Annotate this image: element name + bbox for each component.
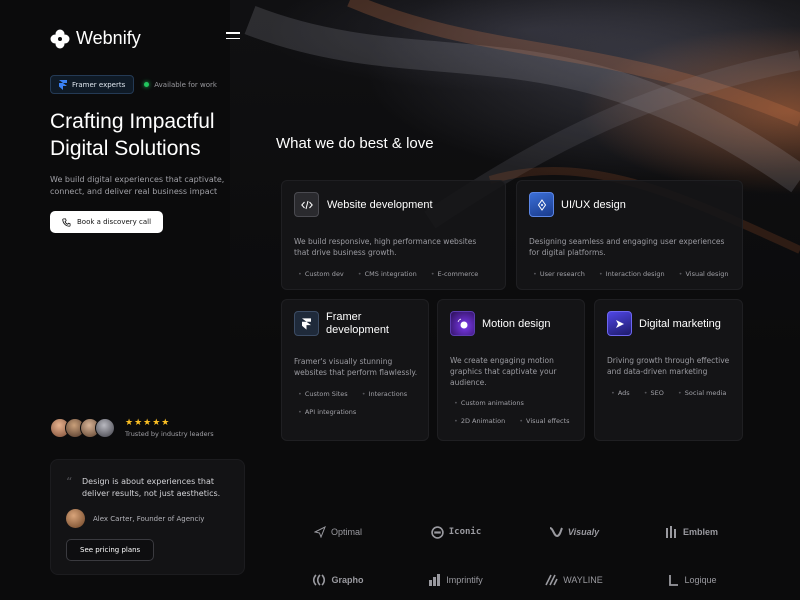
megaphone-icon: [607, 311, 632, 336]
hero-title-line2: Digital Solutions: [50, 137, 201, 160]
tag: CMS integration: [358, 270, 417, 278]
client-name: Imprintify: [446, 575, 483, 585]
bars-icon: [665, 526, 676, 538]
client-name: Visualy: [567, 527, 600, 537]
phone-icon: [62, 217, 71, 227]
ring-icon: [431, 525, 444, 539]
service-description: Driving growth through effective and dat…: [607, 356, 730, 376]
testimonial-quote: Design is about experiences that deliver…: [82, 477, 221, 498]
service-description: Framer's visually stunning websites that…: [294, 357, 418, 377]
parentheses-icon: [313, 574, 326, 586]
service-title: UI/UX design: [561, 199, 626, 211]
service-description: We create engaging motion graphics that …: [450, 356, 557, 387]
quote-mark-icon: “: [66, 475, 73, 489]
service-card-website-development[interactable]: Website development We build responsive,…: [281, 180, 506, 290]
motion-icon: [450, 311, 475, 336]
service-description: We build responsive, high performance we…: [294, 237, 477, 257]
tag: User research: [533, 270, 585, 278]
status-dot-icon: [144, 82, 150, 87]
client-logo-logique: Logique: [637, 560, 747, 600]
chart-icon: [429, 574, 441, 586]
availability-status: Available for work: [144, 81, 217, 89]
client-logo-grapho: Grapho: [283, 560, 393, 600]
tag: E-commerce: [431, 270, 479, 278]
client-name: WAYLINE: [563, 575, 603, 585]
client-name: Iconic: [448, 527, 482, 537]
author-name: Alex Carter, Founder of Agenciy: [93, 514, 205, 523]
tag: SEO: [644, 389, 664, 397]
code-icon: [294, 192, 319, 217]
service-tags: Ads SEO Social media: [611, 389, 741, 397]
tag: Visual design: [679, 270, 728, 278]
service-title: Website development: [327, 199, 433, 211]
tag: Custom dev: [298, 270, 344, 278]
hero-subtitle: We build digital experiences that captiv…: [50, 175, 225, 196]
service-description: Designing seamless and engaging user exp…: [529, 237, 725, 257]
service-title: Digital marketing: [639, 318, 721, 330]
wave-icon: [549, 527, 563, 538]
availability-label: Available for work: [154, 80, 217, 89]
tag: Custom Sites: [298, 390, 348, 398]
client-logo-visualy: Visualy: [519, 512, 629, 552]
trust-info: ★★★★★ Trusted by industry leaders: [125, 418, 214, 438]
book-call-button[interactable]: Book a discovery call: [50, 211, 164, 233]
client-name: Grapho: [331, 575, 364, 585]
brand-logo[interactable]: Webnify: [50, 28, 141, 49]
service-tags: Custom Sites Interactions API integratio…: [298, 390, 428, 416]
tag: 2D Animation: [454, 417, 505, 425]
service-card-motion-design[interactable]: Motion design We create engaging motion …: [437, 299, 585, 441]
hero-title: Crafting Impactful Digital Solutions: [50, 108, 250, 162]
tag: Social media: [678, 389, 727, 397]
tag: API integrations: [298, 408, 356, 416]
clover-logo-icon: [50, 29, 70, 48]
client-avatars: [50, 418, 115, 438]
service-tags: Custom dev CMS integration E-commerce: [298, 270, 478, 278]
badge-label: Framer experts: [72, 80, 126, 89]
trust-row: ★★★★★ Trusted by industry leaders: [50, 418, 214, 438]
service-tags: Custom animations 2D Animation Visual ef…: [454, 399, 584, 425]
service-tags: User research Interaction design Visual …: [533, 270, 729, 278]
testimonial-author: Alex Carter, Founder of Agenciy: [66, 509, 204, 528]
service-card-framer-development[interactable]: Framer development Framer's visually stu…: [281, 299, 429, 441]
service-title: Framer development: [326, 311, 389, 336]
rating-stars-icon: ★★★★★: [125, 418, 171, 428]
author-avatar: [66, 509, 85, 528]
client-logo-wayline: WAYLINE: [519, 560, 629, 600]
avatar: [95, 418, 115, 438]
section-title: What we do best & love: [276, 135, 434, 152]
client-logo-emblem: Emblem: [637, 512, 747, 552]
slash-icon: [545, 574, 558, 586]
tag: Custom animations: [454, 399, 524, 407]
client-logo-iconic: Iconic: [401, 512, 511, 552]
framer-icon: [294, 311, 319, 336]
see-pricing-button[interactable]: See pricing plans: [66, 539, 155, 561]
hero-title-line1: Crafting Impactful: [50, 110, 215, 133]
hamburger-menu-icon[interactable]: [226, 32, 240, 42]
tag: Interactions: [362, 390, 408, 398]
client-name: Logique: [684, 575, 717, 585]
bracket-icon: [669, 575, 679, 586]
client-name: Optimal: [330, 527, 362, 537]
framer-experts-badge: Framer experts: [50, 75, 135, 94]
service-title: Motion design: [482, 318, 551, 330]
trust-text: Trusted by industry leaders: [125, 430, 214, 438]
service-card-digital-marketing[interactable]: Digital marketing Driving growth through…: [594, 299, 743, 441]
tag: Interaction design: [599, 270, 665, 278]
client-logo-optimal: Optimal: [283, 512, 393, 552]
pen-icon: [529, 192, 554, 217]
client-logo-imprintify: Imprintify: [401, 560, 511, 600]
service-card-ui-ux-design[interactable]: UI/UX design Designing seamless and enga…: [516, 180, 743, 290]
paper-plane-icon: [313, 526, 326, 538]
book-call-label: Book a discovery call: [77, 218, 152, 226]
client-name: Emblem: [682, 527, 718, 537]
brand-name: Webnify: [76, 28, 141, 48]
tag: Ads: [611, 389, 630, 397]
testimonial-card: “ Design is about experiences that deliv…: [50, 459, 245, 575]
left-column: Webnify Framer experts Available for wor…: [50, 0, 250, 600]
status-row: Framer experts Available for work: [50, 75, 217, 94]
framer-icon: [59, 79, 67, 90]
tag: Visual effects: [519, 417, 569, 425]
